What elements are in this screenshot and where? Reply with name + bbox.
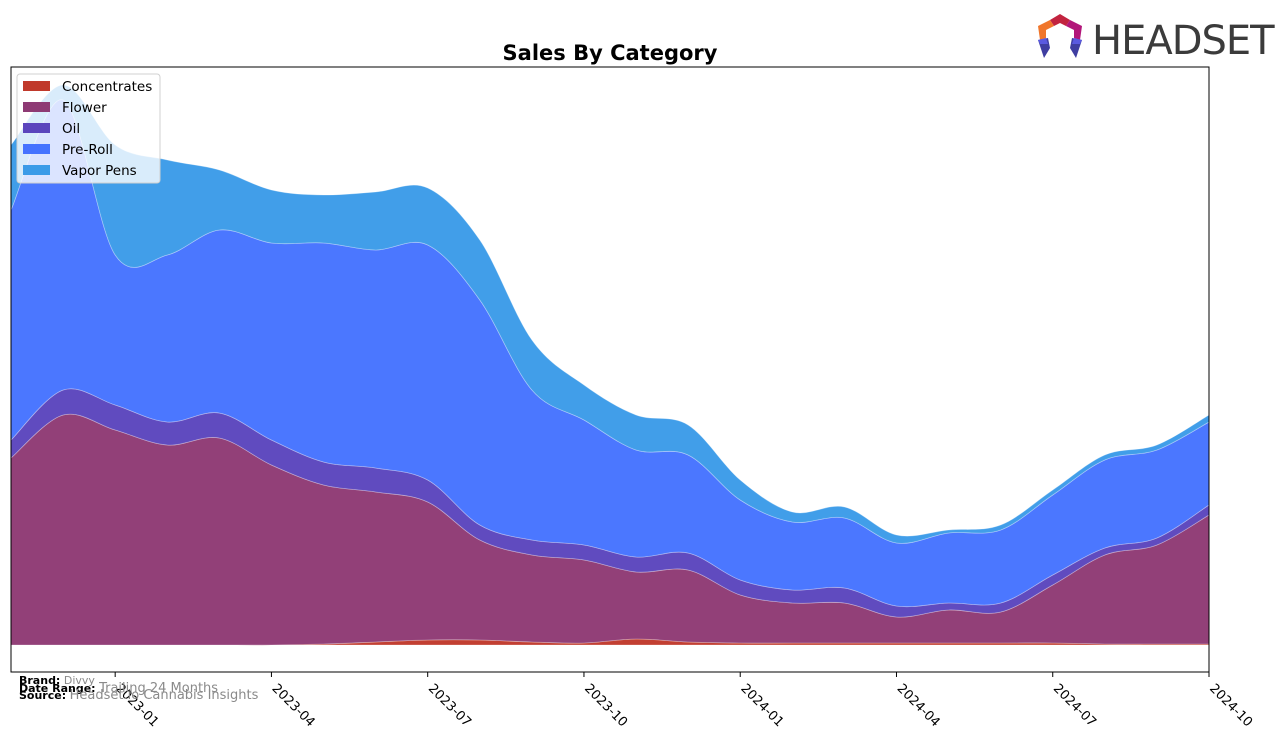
x-axis: 2023-01 2023-04 2023-07 2023-10 2024-01 2024-… [112,672,1255,730]
x-tick-label: 2024-07 [1050,681,1099,730]
x-tick-label: 2024-10 [1206,681,1255,730]
x-tick-label: 2023-10 [581,681,630,730]
headset-logo-icon [1038,14,1082,58]
legend-swatch-flower [23,102,50,112]
x-tick-label: 2024-04 [894,681,943,730]
x-tick-label: 2024-01 [737,681,786,730]
headset-logo-text: HEADSET [1092,18,1275,64]
chart-title: Sales By Category [503,41,718,65]
legend-label-vapor-pens: Vapor Pens [62,163,137,179]
legend-label-flower: Flower [62,100,107,116]
sales-by-category-chart: Sales By Category 2023-01 2023-04 2023-07 2… [10,14,1276,730]
headset-logo: HEADSET [1038,14,1276,64]
legend-label-concentrates: Concentrates [62,79,152,95]
legend-swatch-pre-roll [23,144,50,154]
footer-source-value: Headset.io Cannabis Insights [69,688,259,703]
footer-source-label: Source: [19,689,67,702]
x-tick-label: 2023-07 [425,681,474,730]
area-series-group [11,84,1209,646]
footer-source: Source: Headset.io Cannabis Insights [19,689,258,702]
legend-label-pre-roll: Pre-Roll [62,142,113,158]
legend-swatch-concentrates [23,81,50,91]
legend-swatch-oil [23,123,50,133]
x-tick-label: 2023-04 [269,681,318,730]
legend-label-oil: Oil [62,121,80,137]
legend: Concentrates Flower Oil Pre-Roll Vapor Pens [16,73,161,184]
legend-swatch-vapor-pens [23,165,50,175]
